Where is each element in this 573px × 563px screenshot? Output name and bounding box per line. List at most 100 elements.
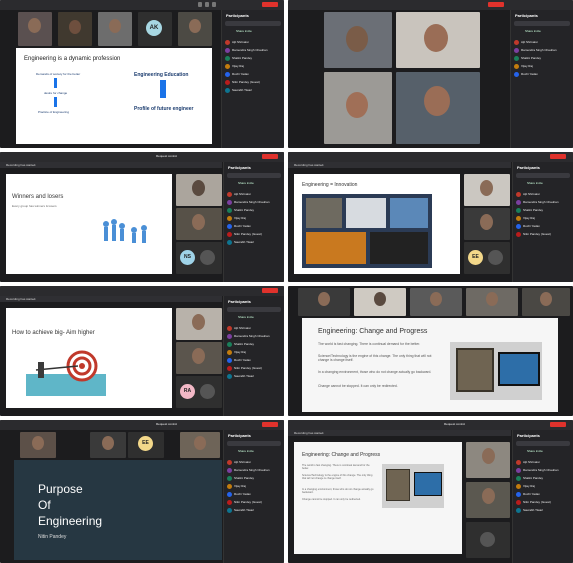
video-tile <box>396 12 480 68</box>
share-invite-button[interactable]: Share invite <box>238 181 254 185</box>
participant-item[interactable]: Nitin Pandey (Guest) <box>227 366 281 372</box>
participant-item[interactable]: Ruchi Yadav <box>227 358 281 364</box>
search-input[interactable] <box>227 173 281 178</box>
participant-avatar <box>480 532 495 547</box>
participant-item[interactable]: Ajit Shrivatsi <box>227 460 281 466</box>
participant-item[interactable]: Ajit Shrivatsi <box>514 40 570 46</box>
search-input[interactable] <box>225 21 281 26</box>
participants-sidebar: Participants Share invite Ajit Shrivatsi… <box>510 10 573 148</box>
participant-item[interactable]: Saurabh Tiwari <box>227 508 281 514</box>
participant-item[interactable]: Nitin Pandey (Guest) <box>227 500 281 506</box>
leave-button[interactable] <box>488 2 504 7</box>
participant-item[interactable]: Ruchi Yadav <box>225 72 281 78</box>
video-tile <box>464 208 510 240</box>
shared-slide: How to achieve big- Aim higher <box>6 308 172 408</box>
control-icon[interactable] <box>198 2 202 7</box>
leave-button[interactable] <box>262 154 278 159</box>
slide-title: Engineering is a dynamic profession <box>24 56 121 62</box>
participant-item[interactable]: Shalini Pandey <box>227 208 281 214</box>
leave-button[interactable] <box>262 288 278 293</box>
participant-item[interactable]: Ramendra Singh Chauhan <box>227 334 281 340</box>
request-control-button[interactable]: Request control <box>156 422 177 426</box>
meeting-panel-2: Participants Share invite Ajit Shrivatsi… <box>288 0 573 148</box>
share-invite-button[interactable]: Share invite <box>527 449 543 453</box>
participant-item[interactable]: Shalini Pandey <box>227 342 281 348</box>
participant-item[interactable]: Nitin Pandey (Guest) <box>227 232 281 238</box>
participant-item[interactable]: Vijay Raj <box>516 216 570 222</box>
participant-item[interactable]: Vijay Raj <box>225 64 281 70</box>
slide-title-line: Purpose <box>38 482 83 496</box>
sidebar-title: Participants <box>228 299 251 304</box>
recording-banner: Recording has started. <box>0 296 222 302</box>
participant-item[interactable]: Ramendra Singh Chauhan <box>516 468 570 474</box>
sidebar-title: Participants <box>226 13 249 18</box>
video-tile: EE <box>128 432 164 458</box>
video-tile <box>324 12 392 68</box>
leave-button[interactable] <box>550 154 566 159</box>
control-icon[interactable] <box>205 2 209 7</box>
leave-button[interactable] <box>262 422 278 427</box>
participant-item[interactable]: Saurabh Tiwari <box>227 374 281 380</box>
request-control-button[interactable]: Request control <box>444 422 465 426</box>
participant-item[interactable]: Shalini Pandey <box>516 208 570 214</box>
leave-button[interactable] <box>262 2 278 7</box>
video-tile <box>178 12 212 46</box>
slide-title: Winners and losers <box>12 194 64 200</box>
participant-item[interactable]: Shalini Pandey <box>225 56 281 62</box>
participant-item[interactable]: Nitin Pandey (Guest) <box>225 80 281 86</box>
participant-item[interactable]: Shalini Pandey <box>227 476 281 482</box>
participant-item[interactable]: Ruchi Yadav <box>516 492 570 498</box>
participant-item[interactable]: Ajit Shrivatsi <box>227 192 281 198</box>
participants-sidebar: Participants Share invite Ajit Shrivatsi… <box>512 430 573 563</box>
participant-item[interactable]: Ramendra Singh Chauhan <box>514 48 570 54</box>
share-invite-button[interactable]: Share invite <box>236 29 252 33</box>
participant-item[interactable]: Ajit Shrivatsi <box>516 192 570 198</box>
participant-item[interactable]: Ramendra Singh Chauhan <box>227 200 281 206</box>
participant-item[interactable]: Shalini Pandey <box>516 476 570 482</box>
participant-item[interactable]: Ruchi Yadav <box>227 492 281 498</box>
share-invite-button[interactable]: Share invite <box>238 315 254 319</box>
participant-item[interactable]: Nitin Pandey (Guest) <box>516 500 570 506</box>
search-input[interactable] <box>514 21 570 26</box>
meeting-toolbar: Request control <box>288 420 573 430</box>
participant-item[interactable]: Saurabh Tiwari <box>225 88 281 94</box>
participant-item[interactable]: Ruchi Yadav <box>514 72 570 78</box>
participant-item[interactable]: Vijay Raj <box>227 216 281 222</box>
participant-item[interactable]: Vijay Raj <box>516 484 570 490</box>
participant-item[interactable]: Ramendra Singh Chauhan <box>227 468 281 474</box>
slide-bullet: The world is fast changing. There is con… <box>302 464 370 471</box>
request-control-button[interactable]: Request control <box>156 154 177 158</box>
control-icon[interactable] <box>212 2 216 7</box>
participant-item[interactable]: Shalini Pandey <box>514 56 570 62</box>
search-input[interactable] <box>227 441 281 446</box>
participant-item[interactable]: Ruchi Yadav <box>227 224 281 230</box>
meeting-toolbar: Request control <box>0 420 284 430</box>
search-input[interactable] <box>227 307 281 312</box>
participant-item[interactable]: Vijay Raj <box>514 64 570 70</box>
participant-item[interactable]: Ramendra Singh Chauhan <box>516 200 570 206</box>
participant-item[interactable]: Ajit Shrivatsi <box>227 326 281 332</box>
search-input[interactable] <box>516 173 570 178</box>
participant-item[interactable]: Nitin Pandey (Guest) <box>516 232 570 238</box>
slide-title: Engineering: Change and Progress <box>318 328 428 335</box>
leave-button[interactable] <box>550 422 566 427</box>
search-input[interactable] <box>516 441 570 446</box>
slide-bullet: In a changing environment, those who do … <box>318 370 432 374</box>
share-invite-button[interactable]: Share invite <box>525 29 541 33</box>
meeting-panel-5: Recording has started. How to achieve bi… <box>0 286 284 416</box>
participant-item[interactable]: Ajit Shrivatsi <box>225 40 281 46</box>
share-invite-button[interactable]: Share invite <box>238 449 254 453</box>
participant-item[interactable]: Saurabh Tiwari <box>516 508 570 514</box>
video-tile <box>466 288 518 316</box>
slide-title: Engineering: Change and Progress <box>302 452 381 458</box>
participant-item[interactable]: Saurabh Tiwari <box>227 240 281 246</box>
people-figure-icon <box>103 219 147 243</box>
share-invite-button[interactable]: Share invite <box>527 181 543 185</box>
participant-item[interactable]: Vijay Raj <box>227 484 281 490</box>
sidebar-title: Participants <box>228 433 251 438</box>
participant-item[interactable]: Ruchi Yadav <box>516 224 570 230</box>
video-tile <box>522 288 570 316</box>
participant-item[interactable]: Ajit Shrivatsi <box>516 460 570 466</box>
participant-item[interactable]: Vijay Raj <box>227 350 281 356</box>
participant-item[interactable]: Ramendra Singh Chauhan <box>225 48 281 54</box>
